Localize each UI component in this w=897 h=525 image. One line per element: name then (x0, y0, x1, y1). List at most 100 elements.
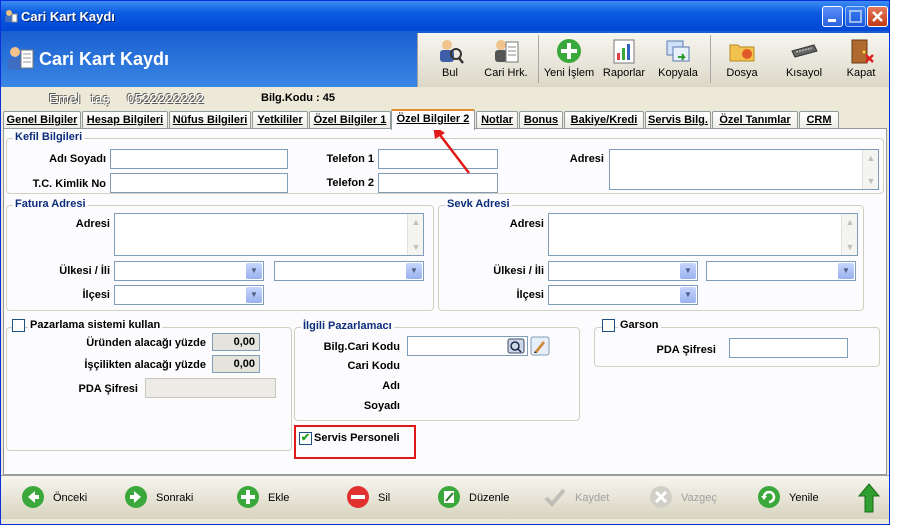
guarantor-tc-input[interactable] (110, 173, 288, 193)
chevron-down-icon[interactable]: ▼ (406, 263, 422, 279)
arrow-left-icon (22, 486, 44, 508)
tab-account-info[interactable]: Hesap Bilgileri (82, 111, 168, 129)
tab-service-info[interactable]: Servis Bilg. (645, 111, 711, 129)
waiter-pda-input[interactable] (729, 338, 848, 358)
copy-button[interactable]: Kopyala (652, 33, 704, 85)
navigation-bar: Önceki Sonraki Ekle Sil Düzenle Kaydet V… (1, 475, 889, 519)
marketing-system-checkbox[interactable] (12, 319, 25, 332)
find-button[interactable]: Bul (424, 33, 476, 85)
marketer-bilg-code-input[interactable] (407, 336, 528, 356)
previous-button[interactable]: Önceki (21, 484, 101, 512)
marketing-system-label: Pazarlama sistemi kullan (28, 319, 163, 331)
tab-special-info-2[interactable]: Özel Bilgiler 2 (391, 109, 475, 130)
customer-card-icon (8, 47, 34, 70)
title-bar[interactable]: Cari Kart Kaydı (1, 1, 889, 31)
scroll-down-icon[interactable]: ▼ (843, 240, 857, 254)
tab-population-info[interactable]: Nüfus Bilgileri (169, 111, 251, 129)
scrollbar[interactable]: ▲ ▼ (407, 214, 423, 255)
waiter-pda-label: PDA Şifresi (656, 344, 716, 356)
close-form-button[interactable]: Kapat (836, 33, 886, 85)
customer-last-name: taş (91, 91, 110, 106)
scroll-up-icon[interactable]: ▲ (409, 215, 423, 229)
shipping-city-select[interactable]: ▼ (706, 261, 856, 281)
shipping-country-label: Ülkesi / İli (493, 265, 544, 277)
guarantor-address-input[interactable]: ▲ ▼ (609, 149, 879, 190)
invoice-country-label: Ülkesi / İli (59, 265, 110, 277)
scroll-up-icon[interactable]: ▲ (843, 215, 857, 229)
minimize-icon (828, 19, 836, 22)
guarantor-phone1-label: Telefon 1 (326, 153, 374, 165)
edit-pencil-icon[interactable] (530, 336, 550, 356)
scroll-up-icon[interactable]: ▲ (864, 151, 878, 165)
shortcut-button[interactable]: Kısayol (774, 33, 834, 85)
related-marketer-legend: İlgili Pazarlamacı (301, 320, 394, 332)
tab-balance-credit[interactable]: Bakiye/Kredi (564, 111, 644, 129)
tab-bonus[interactable]: Bonus (519, 111, 563, 129)
scrollbar[interactable]: ▲ ▼ (862, 150, 878, 189)
shipping-district-select[interactable]: ▼ (548, 285, 698, 305)
toolbar: Bul Cari Hrk. Yeni İşlem Raporlar Kopyal… (417, 33, 889, 87)
tab-crm[interactable]: CRM (799, 111, 839, 129)
product-percent-input[interactable]: 0,00 (212, 333, 260, 351)
edit-button[interactable]: Düzenle (437, 484, 517, 512)
tab-general-info[interactable]: Genel Bilgiler (3, 111, 81, 129)
app-icon (5, 10, 18, 23)
guarantor-name-input[interactable] (110, 149, 288, 169)
cancel-button[interactable]: Vazgeç (649, 484, 729, 512)
tab-authorized[interactable]: Yetkililer (252, 111, 308, 129)
scrollbar[interactable]: ▲ ▼ (841, 214, 857, 255)
maximize-button[interactable] (845, 6, 866, 27)
account-movements-button[interactable]: Cari Hrk. (478, 33, 534, 85)
marketer-account-code-label: Cari Kodu (347, 360, 400, 372)
chevron-down-icon[interactable]: ▼ (246, 263, 262, 279)
tab-custom-definitions[interactable]: Özel Tanımlar (712, 111, 798, 129)
edit-icon (438, 486, 460, 508)
waiter-checkbox[interactable] (602, 319, 615, 332)
close-icon (872, 11, 883, 22)
add-button[interactable]: Ekle (236, 484, 306, 512)
tab-special-info-1[interactable]: Özel Bilgiler 1 (309, 111, 391, 129)
chevron-down-icon[interactable]: ▼ (838, 263, 854, 279)
keyboard-icon (791, 44, 818, 58)
next-button[interactable]: Sonraki (124, 484, 204, 512)
marketer-bilg-code-label: Bilg.Cari Kodu (323, 341, 400, 353)
tab-notes[interactable]: Notlar (476, 111, 518, 129)
invoice-address-input[interactable]: ▲ ▼ (114, 213, 424, 256)
delete-button[interactable]: Sil (346, 484, 406, 512)
chevron-down-icon[interactable]: ▼ (680, 263, 696, 279)
annotation-arrow-icon (433, 125, 470, 174)
invoice-city-select[interactable]: ▼ (274, 261, 424, 281)
find-user-icon (440, 40, 464, 64)
minimize-button[interactable] (822, 6, 843, 27)
arrow-right-icon (125, 486, 147, 508)
waiter-label: Garson (618, 319, 661, 331)
page-title: Cari Kart Kaydı (39, 49, 170, 69)
chevron-down-icon[interactable]: ▼ (246, 287, 262, 303)
shipping-address-input[interactable]: ▲ ▼ (548, 213, 858, 256)
refresh-button[interactable]: Yenile (757, 484, 837, 512)
scroll-down-icon[interactable]: ▼ (864, 174, 878, 188)
labor-percent-input[interactable]: 0,00 (212, 355, 260, 373)
product-percent-label: Üründen alacağı yüzde (86, 337, 206, 349)
invoice-district-select[interactable]: ▼ (114, 285, 264, 305)
toolbar-separator (710, 35, 711, 83)
reports-button[interactable]: Raporlar (598, 33, 650, 85)
close-button[interactable] (867, 6, 888, 27)
guarantor-address-label: Adresi (569, 153, 604, 165)
lookup-icon[interactable] (507, 338, 525, 354)
plus-circle-icon (557, 39, 581, 63)
file-button[interactable]: Dosya (714, 33, 770, 85)
shipping-country-select[interactable]: ▼ (548, 261, 698, 281)
invoice-country-select[interactable]: ▼ (114, 261, 264, 281)
report-icon (613, 39, 635, 64)
arrow-up-icon[interactable] (857, 482, 881, 514)
scroll-down-icon[interactable]: ▼ (409, 240, 423, 254)
labor-percent-label: İşçilikten alacağı yüzde (84, 359, 206, 371)
save-button[interactable]: Kaydet (543, 484, 623, 512)
customer-phone: 0522222222 (127, 91, 205, 106)
new-transaction-button[interactable]: Yeni İşlem (542, 33, 596, 85)
window-title: Cari Kart Kaydı (21, 9, 115, 24)
marketing-pda-input[interactable] (145, 378, 276, 398)
invoice-address-legend: Fatura Adresi (13, 198, 88, 210)
chevron-down-icon[interactable]: ▼ (680, 287, 696, 303)
